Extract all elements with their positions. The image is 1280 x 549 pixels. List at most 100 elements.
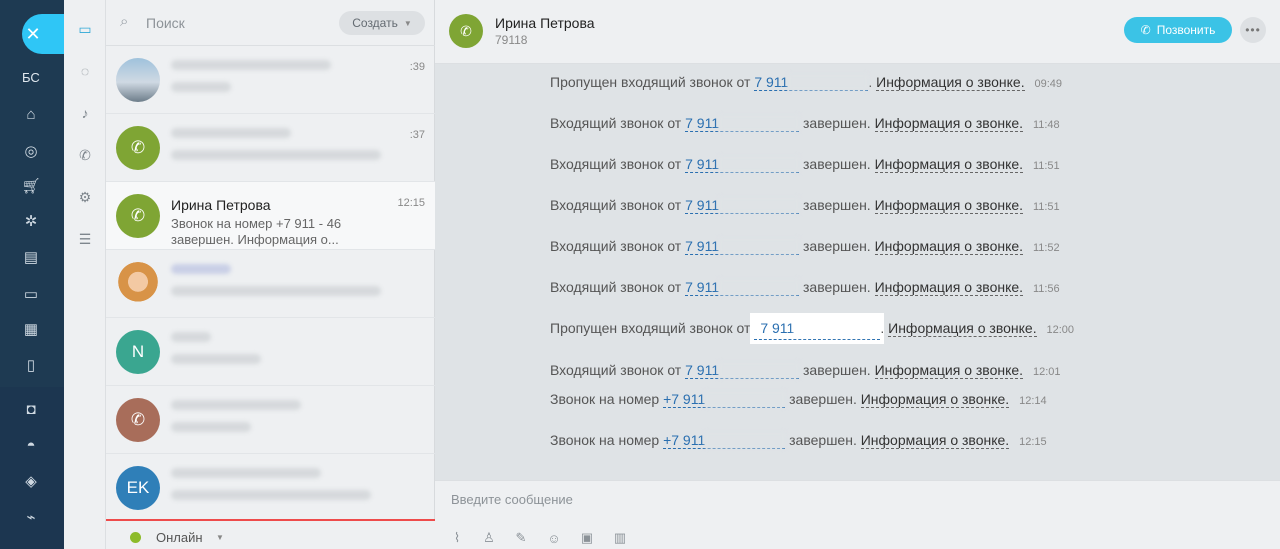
- blurred-preview: [171, 150, 381, 160]
- avatar[interactable]: ✆: [449, 14, 483, 48]
- redacted: [719, 156, 800, 172]
- message: Входящий звонок от 7 911 завершен. Инфор…: [550, 115, 1060, 132]
- list-item[interactable]: [106, 250, 435, 318]
- call-info-link[interactable]: Информация о звонке.: [874, 156, 1024, 173]
- list-item[interactable]: N: [106, 318, 435, 386]
- calendar-icon[interactable]: ▦: [22, 320, 40, 338]
- portal-label: БС: [22, 70, 40, 85]
- notifications-icon[interactable]: ♪: [76, 104, 94, 122]
- blurred-name: [171, 264, 231, 274]
- crm-icon[interactable]: ✲: [22, 212, 40, 230]
- smile-icon[interactable]: ☺: [546, 530, 562, 546]
- home-icon[interactable]: ⌂: [22, 105, 40, 123]
- call-info-link[interactable]: Информация о звонке.: [874, 115, 1024, 132]
- document-icon[interactable]: ▯: [22, 356, 40, 374]
- target-icon[interactable]: ◎: [22, 142, 40, 160]
- chat-title[interactable]: Ирина Петрова: [495, 15, 595, 31]
- call-button[interactable]: ✆ Позвонить: [1124, 17, 1232, 43]
- messenger-nav: ▭ ◌ ♪ ✆ ⚙ ☰: [64, 0, 106, 549]
- phone-number: 7 911: [754, 74, 789, 90]
- list-item[interactable]: ✆ :37: [106, 114, 435, 182]
- avatar: [116, 58, 160, 102]
- more-button[interactable]: •••: [1240, 17, 1266, 43]
- list-item[interactable]: :39: [106, 46, 435, 114]
- search-input[interactable]: [146, 12, 326, 34]
- message: Пропущен входящий звонок от 7 911. Инфор…: [550, 317, 1074, 340]
- phone-number: 7 911: [685, 115, 720, 131]
- tasks-icon[interactable]: ▤: [22, 248, 40, 266]
- chat-preview: Звонок на номер +7 911 - 46 завершен. Ин…: [171, 216, 342, 247]
- close-icon: ✕: [25, 23, 41, 44]
- chat-window: ✆ Ирина Петрова 79118 ✆ Позвонить ••• Пр…: [435, 0, 1280, 549]
- attach-icon[interactable]: ⌇: [449, 530, 465, 546]
- phone-link[interactable]: 7 911: [685, 115, 800, 132]
- phone-icon: ✆: [130, 138, 146, 157]
- message-text: Звонок на номер: [550, 391, 660, 407]
- call-info-link[interactable]: Информация о звонке.: [874, 279, 1024, 296]
- android-icon[interactable]: ◓: [22, 436, 40, 454]
- search-bar: ⌕ Создать ▼: [106, 0, 435, 46]
- phone-number: 7 911: [685, 279, 720, 295]
- phone-link[interactable]: 7 911: [685, 197, 800, 214]
- box-icon[interactable]: ◈: [22, 472, 40, 490]
- redacted: [719, 362, 800, 378]
- chat-subtitle: 79118: [495, 33, 528, 47]
- form-icon[interactable]: ▣: [579, 530, 595, 546]
- close-button[interactable]: ✕: [22, 14, 64, 54]
- message-text: Входящий звонок от: [550, 156, 682, 172]
- call-info-link[interactable]: Информация о звонке.: [888, 320, 1037, 337]
- create-label: Создать: [352, 16, 398, 30]
- redacted: [788, 74, 869, 90]
- phone-link[interactable]: +7 911: [663, 391, 786, 408]
- chat-time: :37: [409, 129, 425, 141]
- call-info-link[interactable]: Информация о звонке.: [874, 197, 1024, 214]
- message-text: Входящий звонок от: [550, 197, 682, 213]
- brush-icon[interactable]: ⌁: [22, 508, 40, 526]
- chevron-down-icon: ▼: [403, 18, 412, 28]
- open-lines-icon[interactable]: ◌: [76, 62, 94, 80]
- message-suffix: завершен.: [803, 197, 871, 213]
- phone-link[interactable]: 7 911: [685, 238, 800, 255]
- quick-answer-icon[interactable]: ▥: [612, 530, 628, 546]
- list-item[interactable]: ✆: [106, 386, 435, 454]
- message-time: 12:15: [1019, 436, 1047, 448]
- user-icon[interactable]: ♙: [481, 530, 497, 546]
- call-info-link[interactable]: Информация о звонке.: [876, 74, 1025, 91]
- message-text: Входящий звонок от: [550, 279, 682, 295]
- list-item[interactable]: EK: [106, 454, 435, 522]
- redacted: [705, 391, 786, 407]
- call-info-link[interactable]: Информация о звонке.: [860, 391, 1010, 408]
- phone-link[interactable]: 7 911: [754, 317, 881, 340]
- phone-link[interactable]: 7 911: [754, 74, 869, 91]
- blurred-name: [171, 60, 331, 70]
- call-info-link[interactable]: Информация о звонке.: [874, 362, 1024, 379]
- cart-icon[interactable]: 🛒︎: [21, 177, 40, 195]
- chat-icon[interactable]: ▭: [22, 285, 40, 303]
- message: Звонок на номер +7 911 завершен. Информа…: [550, 432, 1047, 449]
- phone-link[interactable]: 7 911: [685, 279, 800, 296]
- list-item[interactable]: ✆ Ирина Петрова 12:15 Звонок на номер +7…: [106, 182, 435, 250]
- edit-icon[interactable]: ✎: [513, 530, 529, 546]
- phone-number: +7 911: [663, 391, 706, 407]
- phone-icon: ✆: [130, 410, 146, 429]
- call-info-link[interactable]: Информация о звонке.: [860, 432, 1010, 449]
- call-info-link[interactable]: Информация о звонке.: [874, 238, 1024, 255]
- message-suffix: завершен.: [803, 156, 871, 172]
- message: Звонок на номер +7 911 завершен. Информа…: [550, 391, 1047, 408]
- online-status-icon: [130, 532, 141, 543]
- message-text: Входящий звонок от: [550, 115, 682, 131]
- create-button[interactable]: Создать ▼: [339, 11, 425, 35]
- robot-icon[interactable]: ◘: [22, 400, 40, 418]
- notes-icon[interactable]: ☰: [76, 230, 94, 248]
- chats-icon[interactable]: ▭: [76, 20, 94, 38]
- calls-icon[interactable]: ✆: [76, 146, 94, 164]
- status-label: Онлайн: [156, 530, 203, 545]
- phone-link[interactable]: +7 911: [663, 432, 786, 449]
- message-input[interactable]: [451, 489, 1151, 509]
- redacted: [719, 279, 800, 295]
- avatar: N: [116, 330, 160, 374]
- phone-link[interactable]: 7 911: [685, 362, 800, 379]
- settings-icon[interactable]: ⚙: [76, 188, 94, 206]
- status-selector[interactable]: Онлайн ▼: [106, 519, 435, 549]
- phone-link[interactable]: 7 911: [685, 156, 800, 173]
